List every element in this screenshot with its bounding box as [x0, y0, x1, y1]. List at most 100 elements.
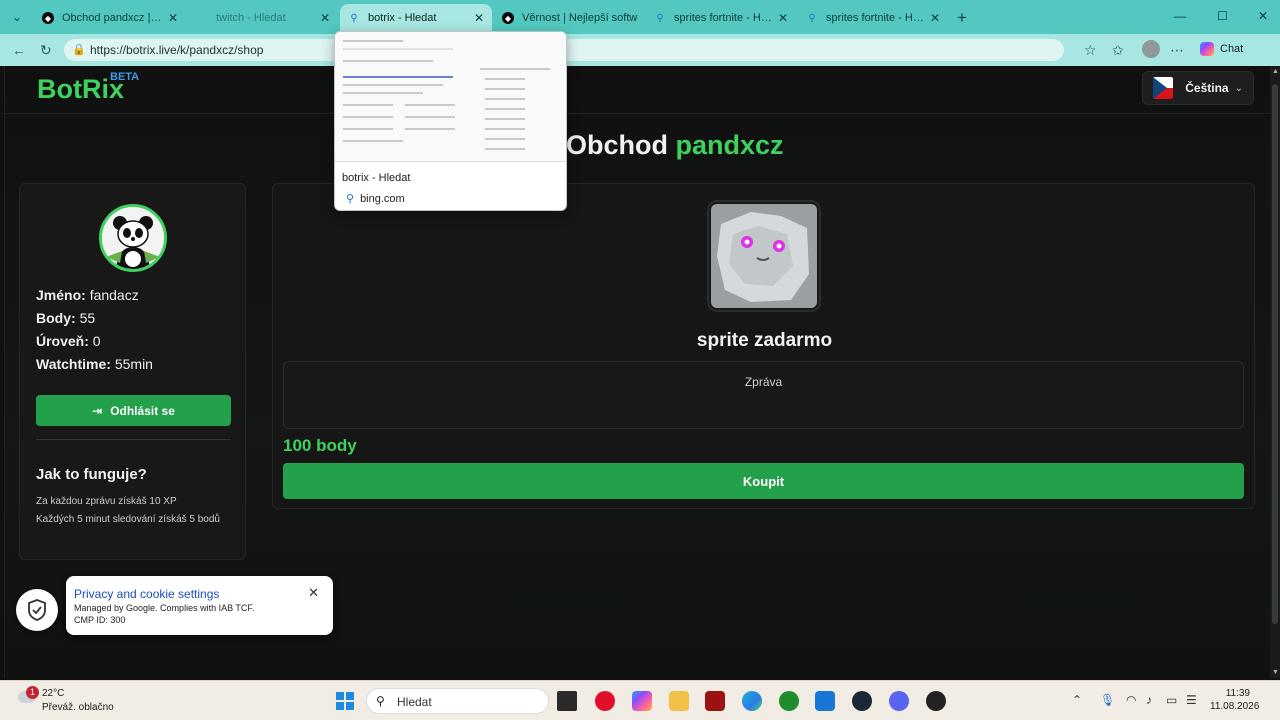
tab-search-chevron-icon[interactable]: ⌄ [8, 8, 26, 26]
site-header: BotRix BETA Čeština ⌄ [5, 66, 1275, 114]
tray-chevron-icon[interactable]: ⌃ [1072, 693, 1082, 707]
cookie-cmp-id: CMP ID: 300 [74, 615, 126, 625]
tab-sprites-fortnite-2[interactable]: ⚲ sprites fortnite - Hledat ✕ [798, 4, 948, 32]
tab-title: sprites fortnite - Hledat [826, 12, 924, 24]
language-selector[interactable]: Čeština ⌄ [1142, 71, 1254, 105]
logout-button[interactable]: ⇥ Odhlásit se [36, 395, 231, 426]
tab-strip: ⌄ ◆ Obchod pandxcz | Nejle ✕ twitch - Hl… [0, 0, 1280, 34]
cookie-consent-popup: Privacy and cookie settings Managed by G… [66, 576, 333, 635]
divider [36, 439, 231, 440]
shop-item-card: sprite zadarmo Zpráva 100 body Koupit [272, 183, 1255, 509]
sprite-image-icon [711, 204, 817, 308]
privacy-shield-icon[interactable] [16, 589, 58, 631]
close-tab-icon[interactable]: ✕ [930, 11, 940, 25]
tab-vernost[interactable]: ◆ Věrnost | Nejlepší softw [494, 4, 646, 32]
file-explorer-icon[interactable] [669, 691, 689, 711]
obs-icon[interactable] [926, 691, 946, 711]
close-tab-icon[interactable]: ✕ [778, 11, 788, 25]
microphone-icon[interactable]: 🎙 [1100, 693, 1115, 707]
preview-thumbnail [335, 32, 566, 162]
user-avatar [99, 204, 167, 272]
tab-twitch-hledat[interactable]: twitch - Hledat ✕ [188, 4, 338, 32]
message-placeholder: Zpráva [744, 375, 783, 389]
close-icon[interactable]: ✕ [308, 585, 319, 601]
start-button[interactable] [336, 692, 354, 710]
clock-time: 11:39 [1225, 688, 1250, 699]
profile-avatar[interactable] [1142, 40, 1160, 58]
volume-icon[interactable]: ♪ [1146, 693, 1152, 707]
weather-temperature: 22°C [42, 688, 65, 699]
taskbar-search[interactable]: ⚲ Hledat [366, 688, 549, 714]
tab-obchod-pandxcz[interactable]: ◆ Obchod pandxcz | Nejle ✕ [34, 4, 186, 32]
copilot-chat-button[interactable]: Chat [1200, 42, 1243, 56]
close-tab-icon[interactable]: ✕ [320, 11, 330, 25]
close-tab-icon[interactable]: ✕ [168, 11, 178, 25]
preview-domain: ⚲ bing.com [346, 193, 405, 205]
system-clock[interactable]: 11:39 11.08.2026 [1210, 687, 1260, 713]
clock-date: 11.08.2026 [1210, 701, 1260, 712]
cookie-managed-text: Managed by Google. Complies with IAB TCF… [74, 603, 255, 613]
chat-label: Chat [1220, 43, 1244, 55]
cookie-settings-link[interactable]: Privacy and cookie settings [74, 587, 219, 601]
buy-button[interactable]: Koupit [283, 463, 1244, 499]
site-info-icon[interactable]: 🔒 [72, 43, 86, 56]
url-text: https://botrix.live/k/pandxcz/shop [90, 43, 264, 57]
search-icon: ⚲ [376, 694, 385, 708]
language-label: Čeština [1185, 81, 1229, 95]
notification-badge: 1 [26, 686, 39, 699]
opera-icon[interactable] [595, 691, 615, 711]
favorite-star-icon[interactable]: ☆ [1084, 42, 1097, 59]
title-channel: pandxcz [675, 130, 784, 160]
copilot-app-icon[interactable] [632, 691, 652, 711]
scroll-down-icon[interactable]: ▼ [1272, 669, 1279, 676]
tab-title: botrix - Hledat [368, 12, 437, 24]
title-prefix: Obchod [566, 130, 668, 160]
item-price: 100 body [283, 436, 357, 455]
botrix-icon: ◆ [42, 12, 54, 24]
store-icon[interactable] [815, 691, 835, 711]
close-tab-icon[interactable]: ✕ [474, 11, 484, 25]
weather-condition: Převáž. oblačno [42, 702, 114, 713]
bing-search-icon: ⚲ [808, 12, 816, 24]
windows-taskbar: 1 22°C Převáž. oblačno ⚲ Hledat ⌃ 🎙 ◠ ♪ … [0, 680, 1280, 720]
search-placeholder: Hledat [397, 695, 432, 709]
app-red-icon[interactable] [705, 691, 725, 711]
scroll-up-icon[interactable]: ▲ [1272, 68, 1279, 75]
maximize-icon[interactable]: ☐ [1217, 9, 1228, 23]
page-scrollbar[interactable]: ▲ ▼ [1270, 66, 1280, 678]
tab-botrix-hledat[interactable]: ⚲ botrix - Hledat ✕ [340, 4, 492, 32]
reload-icon[interactable]: ↻ [40, 42, 52, 59]
how-it-works-title: Jak to funguje? [36, 466, 147, 483]
tab-title: Obchod pandxcz | Nejle [62, 12, 162, 24]
battery-icon[interactable]: ▭ [1166, 693, 1177, 707]
task-view-icon[interactable] [557, 691, 577, 711]
edge-icon[interactable] [742, 691, 762, 711]
minimize-icon[interactable]: — [1174, 9, 1186, 23]
profile-points: Body: 55 [36, 310, 96, 326]
notification-icon[interactable]: ☰ [1186, 693, 1197, 707]
profile-level: Úroveň: 0 [36, 333, 101, 349]
browser-toolbar: ← ↻ 🔒 https://botrix.live/k/pandxcz/shop… [0, 34, 1280, 66]
botrix-icon: ◆ [502, 12, 514, 24]
czech-flag-icon [1153, 77, 1174, 99]
more-menu-icon[interactable]: ⋯ [1170, 42, 1184, 59]
bing-search-icon [196, 12, 208, 24]
tab-title: sprites fortnite - Hledat [674, 12, 772, 24]
copilot-icon [1200, 42, 1214, 56]
steam-icon[interactable] [852, 691, 872, 711]
favorites-icon[interactable]: ✩ [1112, 42, 1124, 59]
item-image [709, 202, 819, 310]
tab-hover-preview: botrix - Hledat ⚲ bing.com [334, 31, 567, 211]
tab-sprites-fortnite-1[interactable]: ⚲ sprites fortnite - Hledat ✕ [646, 4, 796, 32]
search-icon: ⚲ [346, 193, 355, 205]
xbox-icon[interactable] [779, 691, 799, 711]
back-icon[interactable]: ← [12, 42, 26, 58]
new-tab-icon[interactable]: + [957, 8, 967, 28]
scrollbar-thumb[interactable] [1272, 84, 1278, 624]
item-name: sprite zadarmo [696, 330, 833, 351]
discord-icon[interactable] [889, 691, 909, 711]
page-title: Obchod pandxcz [566, 130, 784, 161]
close-window-icon[interactable]: ✕ [1258, 9, 1268, 23]
wifi-icon[interactable]: ◠ [1126, 693, 1136, 707]
message-input[interactable]: Zpráva [283, 361, 1244, 429]
